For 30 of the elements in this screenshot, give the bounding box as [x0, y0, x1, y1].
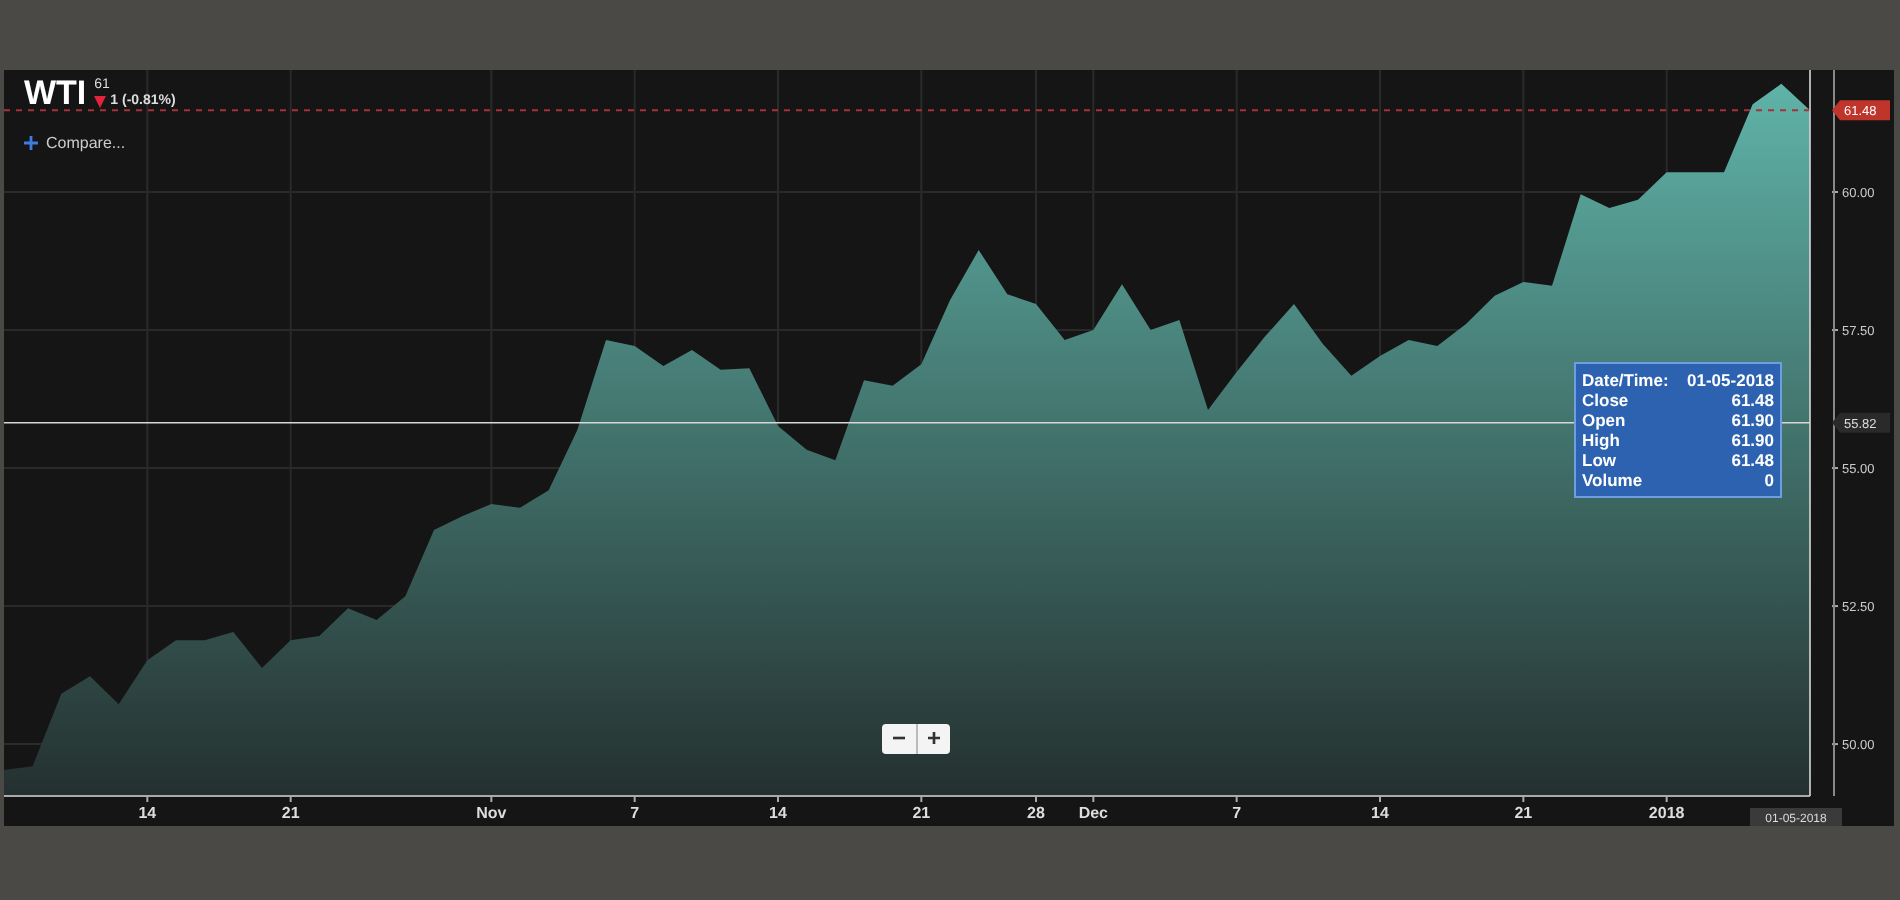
axis-label: 14 — [138, 804, 157, 822]
axis-label: Nov — [476, 804, 507, 822]
tooltip-value: 61.48 — [1729, 450, 1774, 470]
zoom-button[interactable]: + — [916, 724, 950, 754]
symbol-title: WTI — [24, 74, 87, 114]
tooltip-label: Date/Time: — [1582, 370, 1669, 390]
axis-label: 21 — [912, 804, 931, 822]
tooltip-value: 01-05-2018 — [1685, 370, 1774, 390]
tooltip-value: 61.90 — [1729, 430, 1774, 450]
tooltip-label: Open — [1582, 410, 1628, 430]
tooltip-label: Close — [1582, 390, 1631, 410]
plus-icon — [24, 136, 38, 150]
compare-button[interactable]: Compare... — [24, 134, 126, 152]
axis-label: 7 — [630, 804, 640, 822]
axis-label: 28 — [1027, 804, 1045, 822]
axis-label: 7 — [1232, 804, 1242, 822]
tooltip-value: 61.48 — [1729, 390, 1774, 410]
axis-label: 21 — [281, 804, 300, 822]
tooltip-label: Volume — [1582, 470, 1645, 490]
zoom-button[interactable]: − — [882, 724, 916, 754]
axis-label: Dec — [1078, 804, 1108, 822]
axis-label: 14 — [769, 804, 787, 822]
tooltip-value: 0 — [1762, 470, 1774, 490]
axis-label: 21 — [1514, 804, 1533, 822]
tooltip-label: Low — [1582, 450, 1618, 470]
tooltip-label: High — [1582, 430, 1622, 450]
axis-label: 14 — [1371, 804, 1389, 822]
down-triangle-icon — [94, 96, 107, 108]
axis-label: 2018 — [1648, 804, 1685, 822]
tooltip-value: 61.90 — [1729, 410, 1774, 430]
